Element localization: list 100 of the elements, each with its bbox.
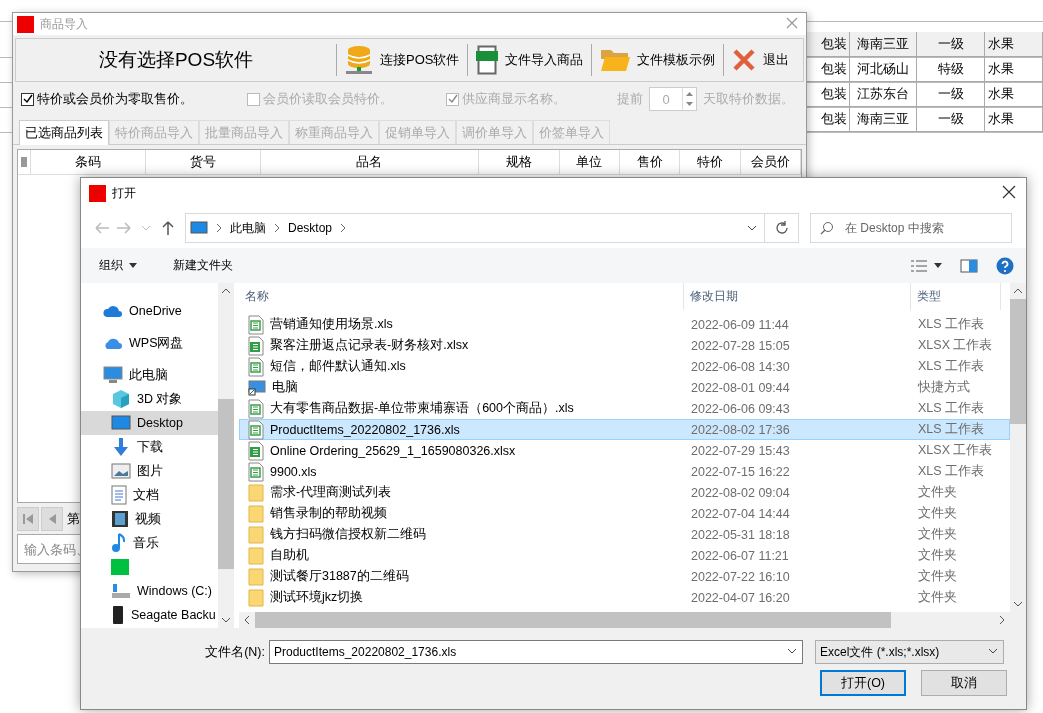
address-bar[interactable]: 此电脑 Desktop <box>185 213 765 243</box>
folder-icon <box>248 525 264 544</box>
file-row[interactable]: 营销通知使用场景.xls 2022-06-09 11:44 XLS 工作表 <box>239 314 1010 335</box>
dialog-button[interactable]: 取消 <box>921 670 1007 696</box>
column-header[interactable]: 名称 <box>239 283 684 310</box>
file-row[interactable]: 短信，邮件默认通知.xls 2022-06-08 14:30 XLS 工作表 <box>239 356 1010 377</box>
xls-file-icon <box>476 45 499 75</box>
checkbox-label: 会员价读取会员特价。 <box>263 90 393 108</box>
search-field[interactable]: 在 Desktop 中搜索 <box>810 213 1012 243</box>
nav-item[interactable]: 音乐 <box>81 531 218 555</box>
column-header: 品名 <box>260 150 480 174</box>
dialog-button[interactable]: 打开(O) <box>820 670 906 696</box>
monitor-icon <box>111 415 131 431</box>
column-header: 规格 <box>479 150 560 174</box>
field-label: 提前 <box>617 90 643 108</box>
toolbar-button[interactable]: 连接POS软件 <box>337 39 468 81</box>
column-header[interactable]: 类型 <box>911 283 1001 310</box>
previous-page-button[interactable] <box>41 506 63 531</box>
table-cell: 海南三亚 <box>850 107 917 132</box>
file-type: 文件夹 <box>917 568 958 585</box>
back-icon[interactable] <box>94 220 110 236</box>
list-view-icon <box>910 258 928 273</box>
file-type: XLSX 工作表 <box>917 442 994 459</box>
scrollbar[interactable] <box>1010 283 1026 612</box>
download-icon <box>111 437 131 457</box>
window-title: 打开 <box>112 184 136 202</box>
nav-item[interactable]: 下载 <box>81 435 218 459</box>
cloud-icon <box>103 336 123 350</box>
nav-item[interactable]: OneDrive <box>81 299 218 323</box>
column-header: 会员价 <box>740 150 801 174</box>
file-date: 2022-05-31 18:18 <box>690 527 791 542</box>
nav-item[interactable]: 图片 <box>81 459 218 483</box>
nav-item[interactable]: 视频 <box>81 507 218 531</box>
spreadsheet-file-icon <box>248 440 264 461</box>
spreadsheet-file-icon <box>248 461 264 482</box>
file-row[interactable]: 自助机 2022-06-07 11:21 文件夹 <box>239 545 1010 566</box>
column-header[interactable]: 修改日期 <box>684 283 911 310</box>
tab[interactable]: 已选商品列表 <box>19 120 109 145</box>
file-name: Online Ordering_25629_1_1659080326.xlsx <box>270 443 516 458</box>
toolbar-button[interactable]: 文件模板示例 <box>592 39 724 81</box>
nav-item[interactable]: Seagate Backu <box>81 603 218 627</box>
refresh-button[interactable] <box>765 213 799 243</box>
file-row[interactable]: 销售录制的帮助视频 2022-07-04 14:44 文件夹 <box>239 503 1010 524</box>
nav-item[interactable]: 文档 <box>81 483 218 507</box>
file-row[interactable]: 需求-代理商测试列表 2022-08-02 09:04 文件夹 <box>239 482 1010 503</box>
caret-icon <box>129 262 137 269</box>
file-type: 快捷方式 <box>917 379 971 396</box>
breadcrumb[interactable]: 此电脑 <box>230 219 266 237</box>
view-options-button[interactable] <box>910 258 942 273</box>
column-header: 条码 <box>31 150 146 174</box>
forward-icon[interactable] <box>116 220 132 236</box>
menu-button[interactable]: 组织 <box>91 253 145 278</box>
file-name: 聚客注册返点记录表-财务核对.xlsx <box>270 337 469 354</box>
chevron-icon <box>216 223 222 233</box>
caret-icon <box>934 262 942 269</box>
file-name: 测试餐厅31887的二维码 <box>270 568 409 585</box>
file-row[interactable]: ProductItems_20220802_1736.xls 2022-08-02 17:36 XLS 工作表 <box>239 419 1010 440</box>
menu-button[interactable]: 新建文件夹 <box>165 253 241 278</box>
nav-item[interactable]: WPS网盘 <box>81 331 218 355</box>
file-row[interactable]: 大有零售商品数据-单位带柬埔寨语（600个商品）.xls 2022-06-06 09:43 XLS 工作表 <box>239 398 1010 419</box>
file-row[interactable]: 测试餐厅31887的二维码 2022-07-22 16:10 文件夹 <box>239 566 1010 587</box>
file-row[interactable]: 测试环境jkz切换 2022-04-07 16:20 文件夹 <box>239 587 1010 608</box>
up-icon[interactable] <box>160 220 176 236</box>
folder-icon <box>248 504 264 523</box>
chevron-icon <box>274 223 280 233</box>
table-cell: 河北砀山 <box>850 57 917 82</box>
nav-item[interactable]: Desktop <box>81 411 218 435</box>
file-row[interactable]: 钱方扫码微信授权新二维码 2022-05-31 18:18 文件夹 <box>239 524 1010 545</box>
file-row[interactable]: Online Ordering_25629_1_1659080326.xlsx 2022-07-29 15:43 XLSX 工作表 <box>239 440 1010 461</box>
file-date: 2022-08-01 09:44 <box>690 380 791 395</box>
file-row[interactable]: 电脑 2022-08-01 09:44 快捷方式 <box>239 377 1010 398</box>
file-type: XLS 工作表 <box>917 316 986 333</box>
first-page-button[interactable] <box>17 506 39 531</box>
spreadsheet-file-icon <box>248 419 264 440</box>
toolbar-button[interactable]: 文件导入商品 <box>468 39 592 81</box>
field-label: 文件名(N): <box>204 643 266 661</box>
file-type: XLS 工作表 <box>917 358 986 375</box>
database-icon <box>345 45 373 75</box>
close-icon[interactable] <box>1002 185 1016 199</box>
page-label: 第 <box>67 509 80 528</box>
file-type-dropdown[interactable]: Excel文件 (*.xls;*.xlsx) <box>815 640 1004 664</box>
preview-pane-icon[interactable] <box>960 258 978 273</box>
document-icon <box>111 485 127 505</box>
breadcrumb[interactable]: Desktop <box>288 221 333 235</box>
checkbox[interactable] <box>21 92 34 106</box>
file-name: 测试环境jkz切换 <box>270 589 364 606</box>
file-row[interactable]: 9900.xls 2022-07-15 16:22 XLS 工作表 <box>239 461 1010 482</box>
file-row[interactable]: 聚客注册返点记录表-财务核对.xlsx 2022-07-28 15:05 XLSX 工作表 <box>239 335 1010 356</box>
folder-icon <box>248 483 264 502</box>
portable-drive-icon <box>111 605 125 625</box>
scrollbar[interactable] <box>218 283 234 628</box>
scrollbar[interactable] <box>239 612 1026 628</box>
nav-item[interactable]: 此电脑 <box>81 363 218 387</box>
file-date: 2022-08-02 09:04 <box>690 485 791 500</box>
nav-item[interactable]: 3D 对象 <box>81 387 218 411</box>
nav-item[interactable]: Windows (C:) <box>81 579 218 603</box>
file-name-field[interactable]: ProductItems_20220802_1736.xls <box>269 640 803 664</box>
help-icon[interactable] <box>996 256 1014 275</box>
file-date: 2022-07-29 15:43 <box>690 443 791 458</box>
file-type: XLS 工作表 <box>917 463 986 480</box>
